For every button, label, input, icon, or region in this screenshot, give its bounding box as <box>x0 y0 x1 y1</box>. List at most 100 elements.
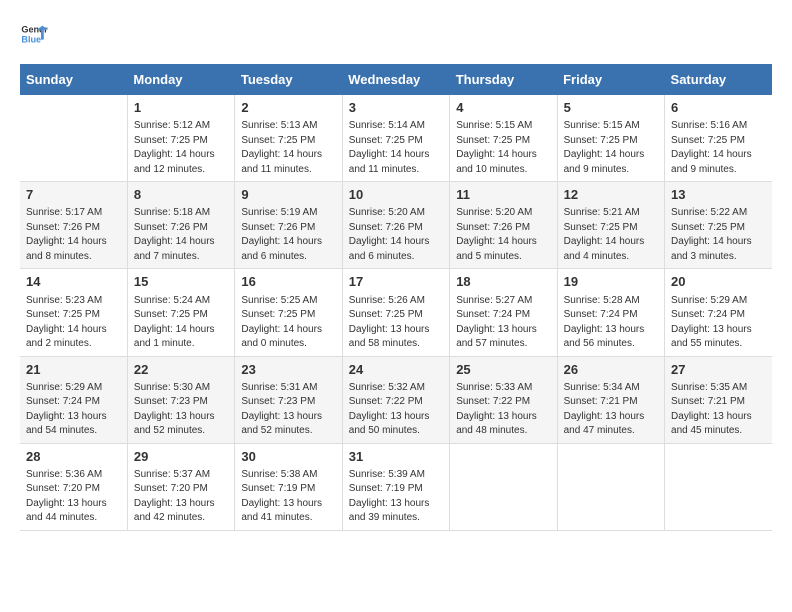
calendar-cell: 4 Sunrise: 5:15 AM Sunset: 7:25 PM Daylig… <box>450 95 557 182</box>
calendar-cell <box>20 95 127 182</box>
day-number: 16 <box>241 273 335 291</box>
day-info: Sunrise: 5:38 AM Sunset: 7:19 PM Dayligh… <box>241 468 335 526</box>
day-number: 31 <box>349 448 443 466</box>
day-info: Sunrise: 5:33 AM Sunset: 7:22 PM Dayligh… <box>456 381 550 439</box>
calendar-cell: 16 Sunrise: 5:25 AM Sunset: 7:25 PM Dayli… <box>235 269 342 356</box>
calendar-cell: 17 Sunrise: 5:26 AM Sunset: 7:25 PM Dayli… <box>342 269 449 356</box>
calendar-week-row: 1Sunrise: 5:12 AM Sunset: 7:25 PM Daylig… <box>20 95 772 182</box>
day-info: Sunrise: 5:28 AM Sunset: 7:24 PM Dayligh… <box>564 294 658 352</box>
day-info: Sunrise: 5:37 AM Sunset: 7:20 PM Dayligh… <box>134 468 228 526</box>
day-number: 19 <box>564 273 658 291</box>
day-number: 22 <box>134 361 228 379</box>
day-number: 30 <box>241 448 335 466</box>
day-info: Sunrise: 5:13 AM Sunset: 7:25 PM Dayligh… <box>241 119 335 177</box>
day-number: 18 <box>456 273 550 291</box>
weekday-header-sunday: Sunday <box>20 64 127 95</box>
calendar-table: SundayMondayTuesdayWednesdayThursdayFrid… <box>20 64 772 531</box>
day-number: 25 <box>456 361 550 379</box>
weekday-header-friday: Friday <box>557 64 664 95</box>
day-info: Sunrise: 5:30 AM Sunset: 7:23 PM Dayligh… <box>134 381 228 439</box>
day-number: 4 <box>456 99 550 117</box>
day-info: Sunrise: 5:35 AM Sunset: 7:21 PM Dayligh… <box>671 381 766 439</box>
calendar-body: 1Sunrise: 5:12 AM Sunset: 7:25 PM Daylig… <box>20 95 772 530</box>
calendar-cell: 13Sunrise: 5:22 AM Sunset: 7:25 PM Dayli… <box>665 182 772 269</box>
svg-text:Blue: Blue <box>21 34 41 44</box>
calendar-cell: 23 Sunrise: 5:31 AM Sunset: 7:23 PM Dayli… <box>235 356 342 443</box>
calendar-cell: 2 Sunrise: 5:13 AM Sunset: 7:25 PM Daylig… <box>235 95 342 182</box>
calendar-week-row: 28Sunrise: 5:36 AM Sunset: 7:20 PM Dayli… <box>20 443 772 530</box>
day-info: Sunrise: 5:18 AM Sunset: 7:26 PM Dayligh… <box>134 206 228 264</box>
calendar-cell: 10Sunrise: 5:20 AM Sunset: 7:26 PM Dayli… <box>342 182 449 269</box>
logo-icon: General Blue <box>20 20 48 48</box>
day-number: 29 <box>134 448 228 466</box>
day-number: 23 <box>241 361 335 379</box>
weekday-header-thursday: Thursday <box>450 64 557 95</box>
day-info: Sunrise: 5:27 AM Sunset: 7:24 PM Dayligh… <box>456 294 550 352</box>
day-info: Sunrise: 5:20 AM Sunset: 7:26 PM Dayligh… <box>349 206 443 264</box>
day-info: Sunrise: 5:31 AM Sunset: 7:23 PM Dayligh… <box>241 381 335 439</box>
calendar-cell: 22 Sunrise: 5:30 AM Sunset: 7:23 PM Dayli… <box>127 356 234 443</box>
day-number: 2 <box>241 99 335 117</box>
day-number: 24 <box>349 361 443 379</box>
day-number: 17 <box>349 273 443 291</box>
calendar-cell: 25 Sunrise: 5:33 AM Sunset: 7:22 PM Dayli… <box>450 356 557 443</box>
day-info: Sunrise: 5:24 AM Sunset: 7:25 PM Dayligh… <box>134 294 228 352</box>
calendar-week-row: 21 Sunrise: 5:29 AM Sunset: 7:24 PM Dayli… <box>20 356 772 443</box>
calendar-cell: 31Sunrise: 5:39 AM Sunset: 7:19 PM Dayli… <box>342 443 449 530</box>
calendar-cell: 28Sunrise: 5:36 AM Sunset: 7:20 PM Dayli… <box>20 443 127 530</box>
calendar-cell: 1Sunrise: 5:12 AM Sunset: 7:25 PM Daylig… <box>127 95 234 182</box>
weekday-header-saturday: Saturday <box>665 64 772 95</box>
calendar-week-row: 7 Sunrise: 5:17 AM Sunset: 7:26 PM Daylig… <box>20 182 772 269</box>
calendar-cell <box>450 443 557 530</box>
day-info: Sunrise: 5:14 AM Sunset: 7:25 PM Dayligh… <box>349 119 443 177</box>
calendar-cell: 11 Sunrise: 5:20 AM Sunset: 7:26 PM Dayli… <box>450 182 557 269</box>
calendar-cell <box>557 443 664 530</box>
day-info: Sunrise: 5:26 AM Sunset: 7:25 PM Dayligh… <box>349 294 443 352</box>
day-number: 28 <box>26 448 121 466</box>
day-info: Sunrise: 5:29 AM Sunset: 7:24 PM Dayligh… <box>26 381 121 439</box>
calendar-cell: 14Sunrise: 5:23 AM Sunset: 7:25 PM Dayli… <box>20 269 127 356</box>
day-info: Sunrise: 5:12 AM Sunset: 7:25 PM Dayligh… <box>134 119 228 177</box>
weekday-header-row: SundayMondayTuesdayWednesdayThursdayFrid… <box>20 64 772 95</box>
day-number: 9 <box>241 186 335 204</box>
day-number: 5 <box>564 99 658 117</box>
day-number: 11 <box>456 186 550 204</box>
calendar-cell: 9 Sunrise: 5:19 AM Sunset: 7:26 PM Daylig… <box>235 182 342 269</box>
calendar-cell: 30 Sunrise: 5:38 AM Sunset: 7:19 PM Dayli… <box>235 443 342 530</box>
calendar-cell: 27 Sunrise: 5:35 AM Sunset: 7:21 PM Dayli… <box>665 356 772 443</box>
calendar-cell: 6 Sunrise: 5:16 AM Sunset: 7:25 PM Daylig… <box>665 95 772 182</box>
calendar-cell: 19 Sunrise: 5:28 AM Sunset: 7:24 PM Dayli… <box>557 269 664 356</box>
day-info: Sunrise: 5:20 AM Sunset: 7:26 PM Dayligh… <box>456 206 550 264</box>
day-info: Sunrise: 5:19 AM Sunset: 7:26 PM Dayligh… <box>241 206 335 264</box>
calendar-cell: 18 Sunrise: 5:27 AM Sunset: 7:24 PM Dayli… <box>450 269 557 356</box>
day-number: 21 <box>26 361 121 379</box>
calendar-week-row: 14Sunrise: 5:23 AM Sunset: 7:25 PM Dayli… <box>20 269 772 356</box>
calendar-cell: 7 Sunrise: 5:17 AM Sunset: 7:26 PM Daylig… <box>20 182 127 269</box>
day-number: 27 <box>671 361 766 379</box>
day-info: Sunrise: 5:15 AM Sunset: 7:25 PM Dayligh… <box>564 119 658 177</box>
calendar-cell: 8 Sunrise: 5:18 AM Sunset: 7:26 PM Daylig… <box>127 182 234 269</box>
day-number: 20 <box>671 273 766 291</box>
day-info: Sunrise: 5:17 AM Sunset: 7:26 PM Dayligh… <box>26 206 121 264</box>
day-number: 15 <box>134 273 228 291</box>
day-number: 7 <box>26 186 121 204</box>
day-number: 8 <box>134 186 228 204</box>
calendar-cell: 21 Sunrise: 5:29 AM Sunset: 7:24 PM Dayli… <box>20 356 127 443</box>
day-number: 6 <box>671 99 766 117</box>
calendar-cell: 12Sunrise: 5:21 AM Sunset: 7:25 PM Dayli… <box>557 182 664 269</box>
calendar-cell: 3 Sunrise: 5:14 AM Sunset: 7:25 PM Daylig… <box>342 95 449 182</box>
day-info: Sunrise: 5:16 AM Sunset: 7:25 PM Dayligh… <box>671 119 766 177</box>
weekday-header-wednesday: Wednesday <box>342 64 449 95</box>
day-number: 12 <box>564 186 658 204</box>
weekday-header-monday: Monday <box>127 64 234 95</box>
weekday-header-tuesday: Tuesday <box>235 64 342 95</box>
day-info: Sunrise: 5:29 AM Sunset: 7:24 PM Dayligh… <box>671 294 766 352</box>
page-header: General Blue <box>20 20 772 48</box>
calendar-cell <box>665 443 772 530</box>
calendar-cell: 15 Sunrise: 5:24 AM Sunset: 7:25 PM Dayli… <box>127 269 234 356</box>
day-number: 13 <box>671 186 766 204</box>
day-info: Sunrise: 5:15 AM Sunset: 7:25 PM Dayligh… <box>456 119 550 177</box>
day-number: 3 <box>349 99 443 117</box>
day-info: Sunrise: 5:25 AM Sunset: 7:25 PM Dayligh… <box>241 294 335 352</box>
calendar-cell: 20 Sunrise: 5:29 AM Sunset: 7:24 PM Dayli… <box>665 269 772 356</box>
